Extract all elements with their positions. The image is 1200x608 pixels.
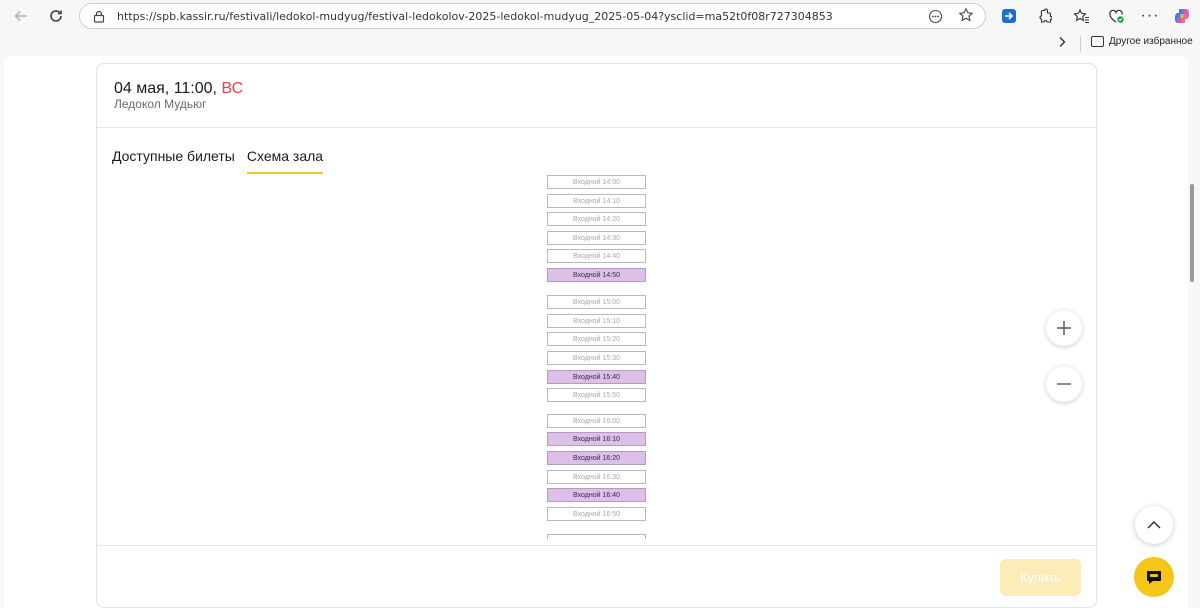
url-text[interactable]: https://spb.kassir.ru/festivali/ledokol-… xyxy=(117,10,833,23)
seat-slot-unavailable: Входной 14:40 xyxy=(547,249,646,263)
ticket-modal: 04 мая, 11:00, ВС Ледокол Мудьюг Доступн… xyxy=(96,63,1097,608)
favorites-folder[interactable]: Другое избранное xyxy=(1091,36,1193,47)
seat-slot-available[interactable]: Входной 15:40 xyxy=(547,370,646,384)
address-bar[interactable]: https://spb.kassir.ru/festivali/ledokol-… xyxy=(79,3,986,29)
seat-slot-unavailable: Входной 15:00 xyxy=(547,295,646,309)
seat-slot-unavailable: Входной 15:30 xyxy=(547,351,646,365)
seat-slot-unavailable: Входной 16:50 xyxy=(547,507,646,521)
favorites-folder-label: Другое избранное xyxy=(1109,36,1193,47)
seat-slot-available[interactable]: Входной 14:50 xyxy=(547,268,646,282)
seat-slot-unavailable: Входной 14:30 xyxy=(547,231,646,245)
seat-slot-unavailable: Входной 15:20 xyxy=(547,332,646,346)
seat-slot-unavailable: Входной 15:50 xyxy=(547,388,646,402)
folder-icon xyxy=(1091,36,1104,47)
modal-footer: Купить xyxy=(97,545,1096,607)
hall-scheme[interactable]: Входной 14:00 Входной 14:10 Входной 14:20 В… xyxy=(547,175,647,539)
scroll-to-top-button[interactable] xyxy=(1135,506,1173,544)
seat-slot-available[interactable]: Входной 16:10 xyxy=(547,432,646,446)
chevron-right-icon[interactable] xyxy=(1057,36,1067,51)
extensions-icon[interactable] xyxy=(1035,7,1053,25)
event-venue: Ледокол Мудьюг xyxy=(114,97,207,111)
seat-slot-unavailable: Входной 15:10 xyxy=(547,314,646,328)
tabs: Доступные билеты Схема зала xyxy=(112,148,335,174)
buy-button[interactable]: Купить xyxy=(1000,559,1081,596)
zoom-out-button[interactable] xyxy=(1046,366,1082,402)
seat-slot-available[interactable]: Входной 16:40 xyxy=(547,488,646,502)
minus-icon xyxy=(1057,383,1071,385)
scrollbar-thumb[interactable] xyxy=(1190,184,1194,282)
favorites-bar: Другое избранное xyxy=(0,32,1200,56)
tab-hall-scheme[interactable]: Схема зала xyxy=(246,148,324,174)
favorites-icon[interactable] xyxy=(1072,7,1090,25)
seat-slot-unavailable: Входной 14:10 xyxy=(547,194,646,208)
seat-slot-partial xyxy=(547,534,646,539)
lock-icon[interactable] xyxy=(92,9,106,23)
plus-icon xyxy=(1057,321,1071,335)
browser-essentials-icon[interactable] xyxy=(1107,7,1125,25)
seat-slot-unavailable: Входной 14:00 xyxy=(547,175,646,189)
zoom-in-button[interactable] xyxy=(1046,310,1082,346)
more-options-icon[interactable] xyxy=(927,8,943,24)
seat-slot-available[interactable]: Входной 16:20 xyxy=(547,451,646,465)
page-scrollbar[interactable] xyxy=(1190,60,1195,600)
copilot-icon[interactable] xyxy=(1173,7,1191,25)
seat-slot-unavailable: Входной 16:00 xyxy=(547,414,646,428)
tab-available-tickets[interactable]: Доступные билеты xyxy=(112,148,235,174)
chevron-up-icon xyxy=(1147,520,1161,529)
event-date-text: 04 мая, 11:00, xyxy=(114,80,217,97)
event-date: 04 мая, 11:00, ВС xyxy=(114,80,243,98)
event-header: 04 мая, 11:00, ВС Ледокол Мудьюг xyxy=(97,64,1096,128)
seat-slot-unavailable: Входной 14:20 xyxy=(547,212,646,226)
browser-toolbar: https://spb.kassir.ru/festivali/ledokol-… xyxy=(0,0,1200,32)
back-icon[interactable] xyxy=(10,5,32,27)
event-weekday: ВС xyxy=(221,80,244,97)
divider xyxy=(1080,36,1081,52)
extension-arrow-icon[interactable] xyxy=(1000,7,1018,25)
chat-icon xyxy=(1147,571,1161,584)
chat-button[interactable] xyxy=(1134,557,1174,597)
seat-slot-unavailable: Входной 16:30 xyxy=(547,470,646,484)
menu-dots-icon[interactable]: ··· xyxy=(1141,7,1159,25)
star-icon[interactable] xyxy=(958,7,974,23)
refresh-icon[interactable] xyxy=(45,5,67,27)
